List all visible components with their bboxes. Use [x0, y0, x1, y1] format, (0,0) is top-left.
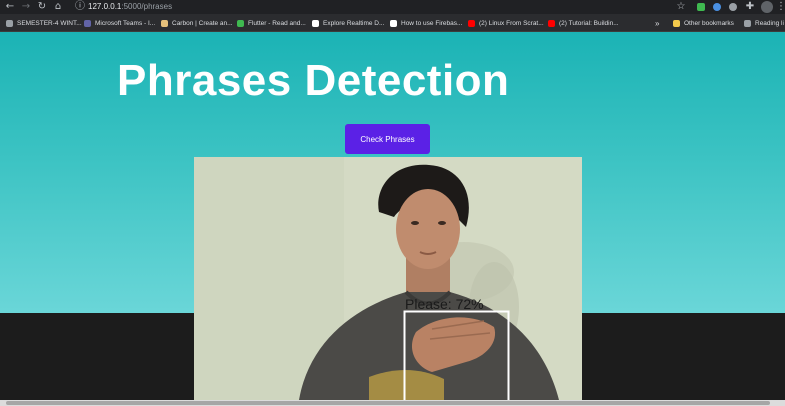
scrollbar-thumb[interactable] [6, 401, 770, 405]
bookmark-label: Flutter - Read and... [248, 19, 306, 27]
firebase-icon [390, 19, 397, 27]
back-arrow-icon[interactable]: ← [4, 1, 16, 13]
bookmark-item-linux[interactable]: (2) Linux From Scrat... [468, 14, 544, 32]
bookmark-star-icon[interactable]: ☆ [675, 1, 687, 13]
extension-blue-icon[interactable] [713, 3, 721, 11]
browser-toolbar: ← → ↻ ⌂ ⓘ 127.0.0.1:5000/phrases ☆ ✚ ⋮ [0, 0, 785, 14]
url-path: :5000/phrases [121, 2, 173, 11]
youtube-icon [468, 19, 475, 27]
page-title: Phrases Detection [117, 56, 510, 105]
teams-icon [84, 19, 91, 27]
bookmark-label: Explore Realtime D... [323, 19, 385, 27]
reading-list-icon [744, 19, 751, 27]
bookmark-item-teams[interactable]: Microsoft Teams - I... [84, 14, 155, 32]
menu-kebab-icon[interactable]: ⋮ [776, 1, 785, 13]
reading-list-label: Reading li [755, 19, 784, 27]
detection-label: Please: 72% [405, 296, 484, 312]
bookmark-label: How to use Firebas... [401, 19, 463, 27]
bookmark-item-flutter[interactable]: Flutter - Read and... [237, 14, 306, 32]
url-text[interactable]: 127.0.0.1:5000/phrases [88, 1, 172, 13]
bookmark-label: SEMESTER-4 WINT... [17, 19, 82, 27]
bookmark-item-tutorial[interactable]: (2) Tutorial: Buildin... [548, 14, 619, 32]
bookmark-label: Microsoft Teams - I... [95, 19, 156, 27]
home-icon[interactable]: ⌂ [52, 1, 64, 13]
extension-grey-icon[interactable] [729, 3, 737, 11]
video-frame: Please: 72% [194, 157, 582, 400]
bookmark-label: (2) Linux From Scrat... [479, 19, 544, 27]
reading-list[interactable]: Reading li [744, 14, 784, 32]
reload-icon[interactable]: ↻ [36, 1, 48, 13]
bookmark-item-firebase[interactable]: How to use Firebas... [390, 14, 462, 32]
folder-icon [673, 19, 680, 27]
bookmark-item-carbon[interactable]: Carbon | Create an... [161, 14, 233, 32]
folder-icon [6, 19, 13, 27]
bookmarks-bar: SEMESTER-4 WINT... Microsoft Teams - I..… [0, 14, 785, 32]
youtube-icon [548, 19, 555, 27]
check-phrases-button[interactable]: Check Phrases [345, 124, 430, 154]
bookmark-label: Carbon | Create an... [172, 19, 233, 27]
profile-avatar[interactable] [761, 1, 773, 13]
other-bookmarks[interactable]: Other bookmarks [673, 14, 734, 32]
other-bookmarks-label: Other bookmarks [684, 19, 734, 27]
url-host: 127.0.0.1 [88, 2, 122, 11]
carbon-icon [161, 19, 168, 27]
forward-arrow-icon[interactable]: → [20, 1, 32, 13]
firebase-icon [312, 19, 319, 27]
bookmark-item-realtime[interactable]: Explore Realtime D... [312, 14, 384, 32]
bookmark-label: (2) Tutorial: Buildin... [559, 19, 619, 27]
webcam-video-feed: Please: 72% [194, 157, 582, 400]
bookmark-item-semester[interactable]: SEMESTER-4 WINT... [6, 14, 82, 32]
extensions-puzzle-icon[interactable]: ✚ [744, 1, 756, 13]
extension-shield-icon[interactable] [697, 3, 705, 11]
flutter-icon [237, 19, 244, 27]
bookmarks-more-button[interactable]: » [655, 14, 659, 32]
site-info-icon[interactable]: ⓘ [74, 1, 86, 13]
